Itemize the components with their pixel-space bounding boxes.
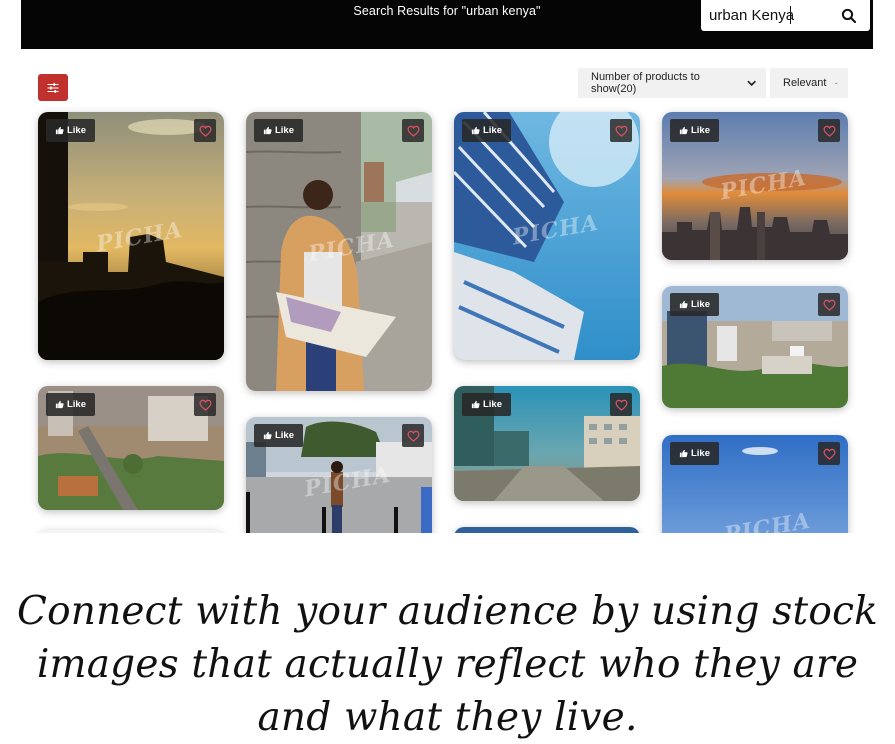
like-label: Like	[690, 125, 710, 136]
like-button[interactable]: Like	[462, 393, 511, 416]
like-button[interactable]: Like	[46, 119, 95, 142]
like-button[interactable]: Like	[46, 393, 95, 416]
favorite-button[interactable]	[402, 424, 424, 447]
favorite-button[interactable]	[818, 293, 840, 316]
photo-sunset-silhouette	[38, 112, 224, 360]
like-button[interactable]: Like	[254, 424, 303, 447]
like-button[interactable]: Like	[670, 442, 719, 465]
thumbs-up-icon	[679, 300, 688, 309]
favorite-button[interactable]	[610, 393, 632, 416]
like-label: Like	[66, 399, 86, 410]
photo-glass-tower-sky	[454, 112, 640, 360]
like-label: Like	[690, 299, 710, 310]
heart-icon	[822, 299, 836, 311]
like-label: Like	[690, 448, 710, 459]
like-label: Like	[482, 125, 502, 136]
favorite-button[interactable]	[610, 119, 632, 142]
image-card[interactable]: PICHA Like	[662, 435, 848, 533]
like-button[interactable]: Like	[670, 119, 719, 142]
image-grid: PICHA Like PICHA Like PICHA Like PICHA L…	[0, 0, 895, 533]
favorite-button[interactable]	[194, 119, 216, 142]
image-card[interactable]: PICHA Like	[246, 112, 432, 391]
thumbs-up-icon	[55, 400, 64, 409]
like-label: Like	[66, 125, 86, 136]
thumbs-up-icon	[679, 449, 688, 458]
favorite-button[interactable]	[402, 119, 424, 142]
heart-icon	[614, 399, 628, 411]
heart-icon	[406, 125, 420, 137]
like-label: Like	[482, 399, 502, 410]
image-card[interactable]: PICHA Like	[38, 112, 224, 360]
image-card[interactable]: Like	[662, 286, 848, 408]
like-label: Like	[274, 430, 294, 441]
image-card[interactable]: Like	[38, 386, 224, 510]
heart-icon	[198, 125, 212, 137]
thumbs-up-icon	[55, 126, 64, 135]
favorite-button[interactable]	[818, 119, 840, 142]
thumbs-up-icon	[471, 126, 480, 135]
like-button[interactable]: Like	[670, 293, 719, 316]
like-label: Like	[274, 125, 294, 136]
image-card[interactable]: PICHA Like	[246, 417, 432, 533]
heart-icon	[822, 125, 836, 137]
image-card[interactable]: Like	[454, 386, 640, 501]
image-card[interactable]	[38, 530, 224, 533]
like-button[interactable]: Like	[462, 119, 511, 142]
like-button[interactable]: Like	[254, 119, 303, 142]
tagline: Connect with your audience by using stoc…	[17, 589, 878, 740]
photo-partial	[454, 527, 640, 533]
thumbs-up-icon	[263, 126, 272, 135]
heart-icon	[822, 448, 836, 460]
heart-icon	[406, 430, 420, 442]
heart-icon	[198, 399, 212, 411]
image-card[interactable]: PICHA Like	[454, 112, 640, 360]
thumbs-up-icon	[471, 400, 480, 409]
image-card[interactable]	[454, 527, 640, 533]
photo-woman-reading-newspaper	[246, 112, 432, 391]
favorite-button[interactable]	[818, 442, 840, 465]
heart-icon	[614, 125, 628, 137]
thumbs-up-icon	[263, 431, 272, 440]
thumbs-up-icon	[679, 126, 688, 135]
image-card[interactable]: PICHA Like	[662, 112, 848, 260]
favorite-button[interactable]	[194, 393, 216, 416]
